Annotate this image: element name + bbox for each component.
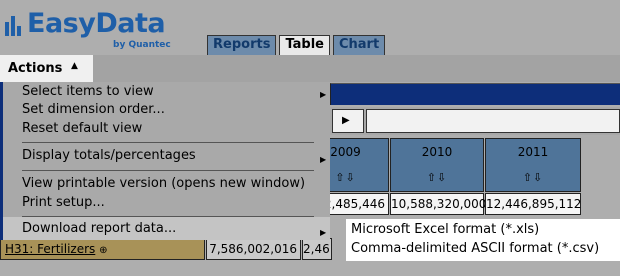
actions-button[interactable]: Actions ▲ [0,55,93,82]
tab-table[interactable]: Table [279,35,330,56]
submenu-arrow-icon: ▶ [320,228,327,237]
page-selector[interactable] [366,109,620,133]
tab-chart[interactable]: Chart [332,35,386,55]
sort-arrows-icon[interactable]: ⇧⇩ [486,171,580,184]
menu-item-totals-percentages[interactable]: Display totals/percentages [22,148,196,165]
submenu-item-excel[interactable]: Microsoft Excel format (*.xls) [351,222,539,237]
table-row-label[interactable]: H31: Fertilizers ⊕ [0,238,205,260]
menu-divider [22,170,314,171]
menu-divider [22,216,314,217]
download-submenu: Microsoft Excel format (*.xls) Comma-del… [346,219,620,261]
toolbar [0,55,620,82]
bar-chart-logo-icon [5,14,25,36]
menu-item-printable-version[interactable]: View printable version (opens new window… [22,176,305,193]
brand-subtitle: by Quantec [113,40,171,50]
submenu-arrow-icon: ▶ [320,90,327,99]
menu-divider [22,142,314,143]
view-tabs: Reports Table Chart [207,35,386,56]
submenu-item-csv[interactable]: Comma-delimited ASCII format (*.csv) [351,241,599,256]
menu-item-select-items[interactable]: Select items to view [22,84,154,101]
sort-arrows-icon[interactable]: ⇧⇩ [391,171,483,184]
menu-item-download-data[interactable]: Download report data... [22,221,176,238]
year-column-header[interactable]: 2011 ⇧⇩ [485,138,581,192]
drilldown-icon[interactable]: ⊕ [99,245,107,256]
year-column-header[interactable]: 2010 ⇧⇩ [390,138,484,192]
menu-item-print-setup[interactable]: Print setup... [22,195,105,212]
menu-item-reset-view[interactable]: Reset default view [22,121,142,138]
table-cell: 10,588,320,000 [390,193,486,215]
brand-name: EasyData [27,8,166,39]
triangle-up-icon: ▲ [71,61,78,71]
menu-item-dimension-order[interactable]: Set dimension order... [22,102,165,119]
row-label-link[interactable]: H31: Fertilizers [5,242,95,256]
page-next-button[interactable]: ▶ [332,109,364,133]
year-label: 2011 [517,145,549,159]
table-cell: 7,586,002,016 [206,238,301,260]
table-cell: 2,46 [302,238,332,260]
submenu-arrow-icon: ▶ [320,155,327,164]
report-title-band [330,83,620,105]
tab-reports[interactable]: Reports [207,35,277,55]
actions-label: Actions [8,61,63,76]
table-cell: 12,446,895,112 [485,193,581,215]
easydata-logo: EasyData by Quantec [3,8,203,56]
year-label: 2010 [421,145,453,159]
